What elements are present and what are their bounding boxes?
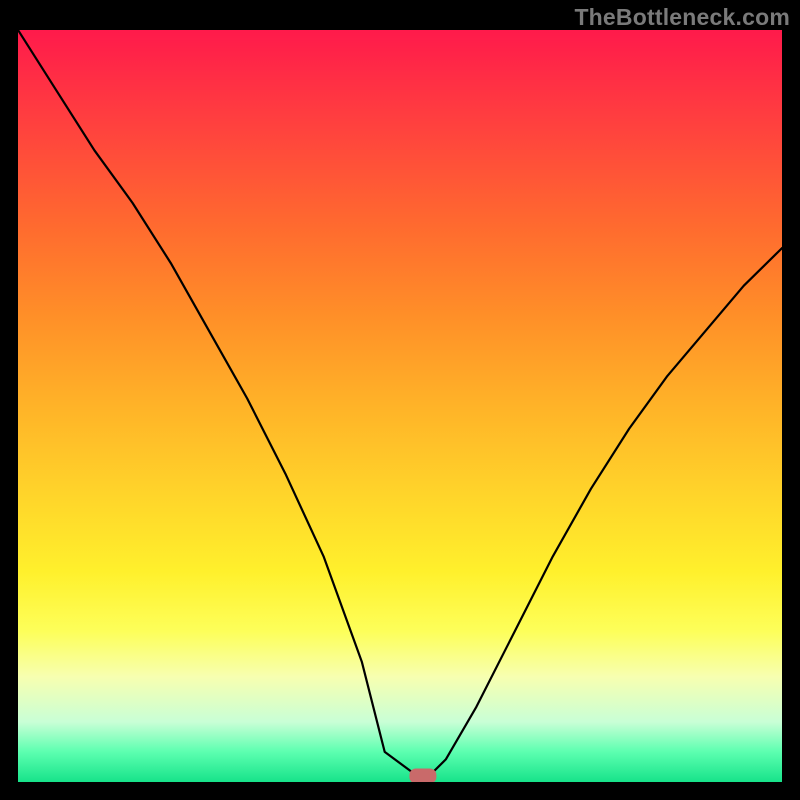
plot-area <box>18 30 782 782</box>
curve-svg <box>18 30 782 782</box>
chart-frame: TheBottleneck.com <box>0 0 800 800</box>
bottleneck-curve <box>18 30 782 775</box>
minimum-marker <box>410 769 436 782</box>
attribution-text: TheBottleneck.com <box>574 4 790 31</box>
